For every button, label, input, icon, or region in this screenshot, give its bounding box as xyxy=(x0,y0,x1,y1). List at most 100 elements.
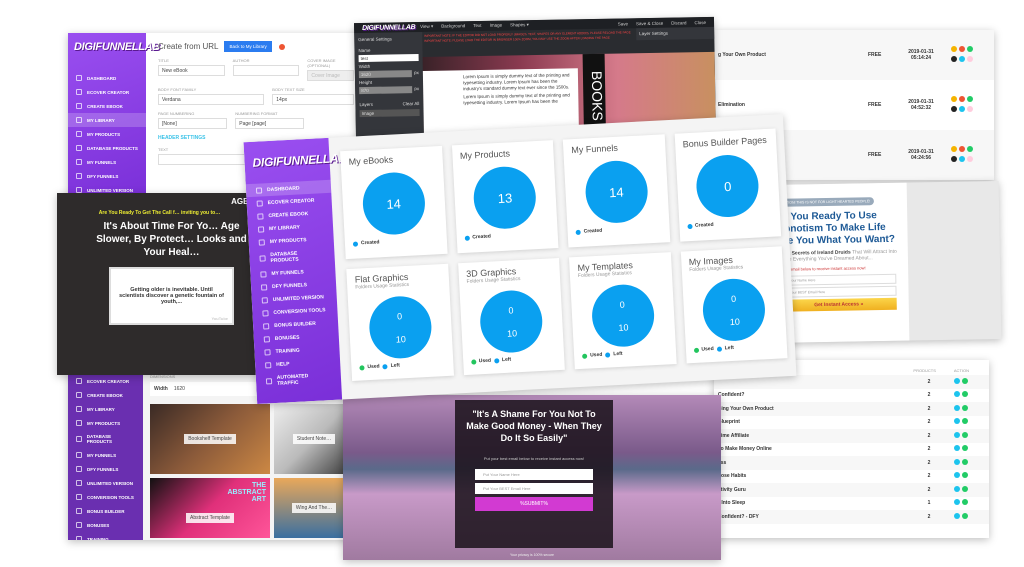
edit-icon[interactable] xyxy=(962,377,968,384)
edit-icon[interactable] xyxy=(959,106,966,112)
edit-icon[interactable] xyxy=(962,472,968,479)
sidebar-item[interactable]: DASHBOARD xyxy=(68,71,146,85)
clear-all-button[interactable]: Clear All xyxy=(403,101,420,106)
stat-card[interactable]: Bonus Builder Pages 0 Created xyxy=(674,128,782,242)
edit-icon[interactable] xyxy=(962,418,968,425)
stat-card[interactable]: My Images Folders Usage Statistics 0 10 Used… xyxy=(680,246,788,364)
cover-input[interactable]: Cover Image xyxy=(307,70,355,81)
close-icon[interactable] xyxy=(967,56,974,62)
edit-icon[interactable] xyxy=(959,56,966,62)
sidebar-item[interactable]: ECOVER CREATOR xyxy=(68,85,146,99)
edit-icon[interactable] xyxy=(962,499,968,506)
submit-button[interactable]: %SUBMIT% xyxy=(475,497,593,511)
title-input[interactable]: New eBook xyxy=(158,65,225,76)
editor-menu-item[interactable]: Background xyxy=(441,23,465,29)
stat-card[interactable]: 3D Graphics Folders Usage Statistics 0 10 Us… xyxy=(457,257,565,376)
settings-icon[interactable] xyxy=(951,46,958,52)
edit-icon[interactable] xyxy=(962,485,968,492)
numbering-select[interactable]: [None] xyxy=(158,118,228,129)
editor-actions-item[interactable]: Save xyxy=(618,21,628,26)
user-icon[interactable] xyxy=(967,146,974,152)
stat-card[interactable]: Flat Graphics Folders Usage Statistics 0 10… xyxy=(346,263,454,381)
sidebar-item[interactable]: MY FUNNELS xyxy=(68,155,146,169)
sidebar-item[interactable]: DFY FUNNELS xyxy=(68,169,146,183)
delete-icon[interactable] xyxy=(959,146,966,152)
height-input[interactable]: 870 xyxy=(359,86,413,95)
editor-actions-item[interactable]: Close xyxy=(694,20,706,25)
template-bookshelf[interactable]: Bookshelf Template xyxy=(150,404,270,474)
close-icon[interactable] xyxy=(967,156,974,162)
video-player[interactable]: Getting older is inevitable. Until scien… xyxy=(109,267,234,325)
sidebar-item[interactable]: BONUS BUILDER xyxy=(68,504,143,518)
sidebar-item[interactable]: MY LIBRARY xyxy=(68,113,146,127)
view-icon[interactable] xyxy=(954,431,960,438)
size-select[interactable]: 14px xyxy=(272,94,354,105)
gear-icon[interactable] xyxy=(951,106,958,112)
editor-actions-item[interactable]: Discard xyxy=(671,20,686,25)
name-input[interactable]: Put Your Name Here xyxy=(780,273,897,286)
layer-item[interactable]: Image xyxy=(359,109,420,118)
view-icon[interactable] xyxy=(954,445,960,452)
editor-menu-item[interactable]: Image xyxy=(489,23,502,29)
format-select[interactable]: Page [page] xyxy=(235,118,305,129)
view-icon[interactable] xyxy=(954,458,960,465)
width-input[interactable]: 1620 xyxy=(174,386,185,392)
name-input[interactable]: Put Your Name Here xyxy=(475,469,593,480)
sidebar-item[interactable]: MY PRODUCTS xyxy=(68,416,143,430)
template-student-notes[interactable]: Student Note… xyxy=(274,404,353,474)
view-icon[interactable] xyxy=(954,472,960,479)
stat-card[interactable]: My Funnels 14 Created xyxy=(562,134,670,248)
user-icon[interactable] xyxy=(967,96,974,102)
close-icon[interactable] xyxy=(967,106,974,112)
gear-icon[interactable] xyxy=(951,56,958,62)
email-input[interactable]: Put Your BEST Email Here xyxy=(475,483,593,494)
template-wing[interactable]: Wing And The… xyxy=(274,478,353,538)
get-access-button[interactable]: Get Instant Access » xyxy=(780,297,897,312)
sidebar-item[interactable]: BONUSES xyxy=(68,518,143,532)
gear-icon[interactable] xyxy=(951,156,958,162)
author-input[interactable] xyxy=(232,65,300,76)
sidebar-item[interactable]: UNLIMITED VERSION xyxy=(68,476,143,490)
editor-actions-item[interactable]: Save & Close xyxy=(636,20,663,25)
user-icon[interactable] xyxy=(967,46,974,52)
delete-icon[interactable] xyxy=(959,46,966,52)
view-icon[interactable] xyxy=(954,485,960,492)
view-icon[interactable] xyxy=(954,377,960,384)
delete-icon[interactable] xyxy=(959,96,966,102)
edit-icon[interactable] xyxy=(962,445,968,452)
settings-icon[interactable] xyxy=(951,146,958,152)
email-input[interactable]: Put Your BEST Email Here xyxy=(780,285,897,298)
view-icon[interactable] xyxy=(954,512,960,519)
view-icon[interactable] xyxy=(954,391,960,398)
view-icon[interactable] xyxy=(954,404,960,411)
sidebar-item[interactable]: DFY FUNNELS xyxy=(68,462,143,476)
editor-menu-item[interactable]: Shapes ▾ xyxy=(510,22,529,28)
sidebar-item[interactable]: MY LIBRARY xyxy=(68,402,143,416)
edit-icon[interactable] xyxy=(962,431,968,438)
sidebar-item[interactable]: CREATE EBOOK xyxy=(68,388,143,402)
sidebar-item[interactable]: AUTOMATED TRAFFIC xyxy=(256,368,342,391)
template-abstract[interactable]: THE ABSTRACT ART Abstract Template xyxy=(150,478,270,538)
sidebar-item[interactable]: DATABASE PRODUCTS xyxy=(68,141,146,155)
name-input[interactable]: test xyxy=(358,54,419,63)
edit-icon[interactable] xyxy=(962,391,968,398)
stat-card[interactable]: My eBooks 14 Created xyxy=(340,145,448,260)
sidebar-item[interactable]: MY FUNNELS xyxy=(68,448,143,462)
sidebar-item[interactable]: TRAINING xyxy=(68,532,143,540)
editor-menu-item[interactable]: View ▾ xyxy=(420,24,433,30)
back-to-library-button[interactable]: Back to My Library xyxy=(224,41,272,52)
stat-card[interactable]: My Products 13 Created xyxy=(451,140,559,254)
edit-icon[interactable] xyxy=(962,404,968,411)
view-icon[interactable] xyxy=(954,418,960,425)
sidebar-item[interactable]: ECOVER CREATOR xyxy=(68,374,143,388)
sidebar-item[interactable]: CONVERSION TOOLS xyxy=(68,490,143,504)
editor-menu-item[interactable]: Text xyxy=(473,23,481,29)
view-icon[interactable] xyxy=(954,499,960,506)
edit-icon[interactable] xyxy=(959,156,966,162)
width-input[interactable]: 1620 xyxy=(358,70,413,79)
sidebar-item[interactable]: CREATE EBOOK xyxy=(68,99,146,113)
stat-card[interactable]: My Templates Folders Usage Statistics 0 10 U… xyxy=(568,252,677,370)
font-select[interactable]: Verdana xyxy=(158,94,265,105)
edit-icon[interactable] xyxy=(962,512,968,519)
sidebar-item[interactable]: DATABASE PRODUCTS xyxy=(68,430,143,448)
